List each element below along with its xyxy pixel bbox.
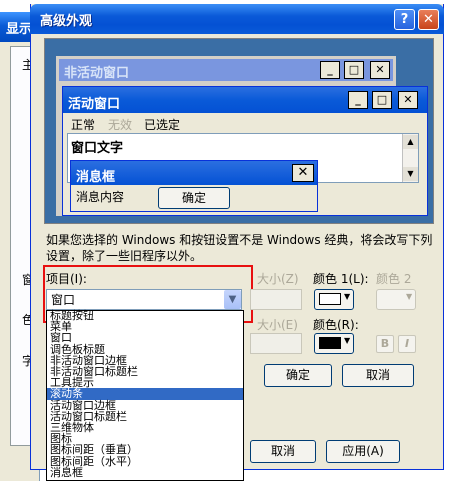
italic-button: I <box>398 335 416 353</box>
font-color-label: 颜色(R): <box>313 318 359 332</box>
font-size-select <box>250 333 302 354</box>
ok-button[interactable]: 确定 <box>264 364 332 387</box>
color2-dropdown-icon: ▼ <box>406 292 413 301</box>
color1-swatch <box>319 293 341 305</box>
help-button[interactable]: ? <box>394 9 415 30</box>
msgbox-close-icon: ✕ <box>292 164 314 182</box>
dropdown-item[interactable]: 滚动条 <box>50 388 83 399</box>
color1-dropdown-icon: ▼ <box>344 292 351 301</box>
font-color-dropdown-icon: ▼ <box>344 336 351 345</box>
preview-menu-disabled: 无效 <box>108 118 133 132</box>
bold-button: B <box>376 335 394 353</box>
preview-window-text: 窗口文字 <box>71 141 124 156</box>
color1-picker-button[interactable]: ▼ <box>314 289 354 310</box>
color1-label: 颜色 1(L): <box>313 272 369 286</box>
preview-menu-normal: 正常 <box>71 118 96 132</box>
size-stepper <box>250 289 302 310</box>
dropdown-item[interactable]: 消息框 <box>50 467 83 478</box>
dialog-title: 高级外观 <box>40 14 93 29</box>
dialog-titlebar[interactable] <box>30 4 444 34</box>
footer-apply-button[interactable]: 应用(A) <box>326 440 400 463</box>
inactive-maximize-icon: □ <box>344 61 364 79</box>
active-close-icon: ✕ <box>398 91 418 109</box>
font-size-label: 大小(E) <box>257 318 298 332</box>
active-maximize-icon: □ <box>372 91 392 109</box>
preview-msgbox-title: 消息框 <box>76 170 116 185</box>
dropdown-item[interactable]: 窗口 <box>50 332 72 343</box>
preview-msgbox-ok-button: 确定 <box>158 187 230 209</box>
active-minimize-icon: _ <box>348 91 368 109</box>
close-button[interactable]: ✕ <box>418 9 439 30</box>
footer-cancel-button[interactable]: 取消 <box>250 440 316 463</box>
cancel-button[interactable]: 取消 <box>342 364 414 387</box>
font-color-picker-button[interactable]: ▼ <box>314 333 354 354</box>
scroll-down-icon: ▼ <box>403 167 418 181</box>
size-label: 大小(Z) <box>257 272 299 286</box>
preview-inactive-title: 非活动窗口 <box>64 66 130 81</box>
font-color-swatch <box>319 337 341 349</box>
inactive-minimize-icon: _ <box>320 61 340 79</box>
preview-active-title: 活动窗口 <box>68 97 121 112</box>
scroll-up-icon: ▲ <box>403 135 418 149</box>
preview-menu-selected: 已选定 <box>144 118 181 132</box>
settings-info-text: 如果您选择的 Windows 和按钮设置不是 Windows 经典，将会改写下列… <box>46 233 433 263</box>
preview-msgbox-content: 消息内容 <box>76 190 125 204</box>
inactive-close-icon: ✕ <box>370 61 390 79</box>
color2-label: 颜色 2 <box>376 272 412 286</box>
dropdown-item[interactable]: 图标间距（垂直） <box>50 444 138 455</box>
color2-picker-button: ▼ <box>376 289 416 310</box>
